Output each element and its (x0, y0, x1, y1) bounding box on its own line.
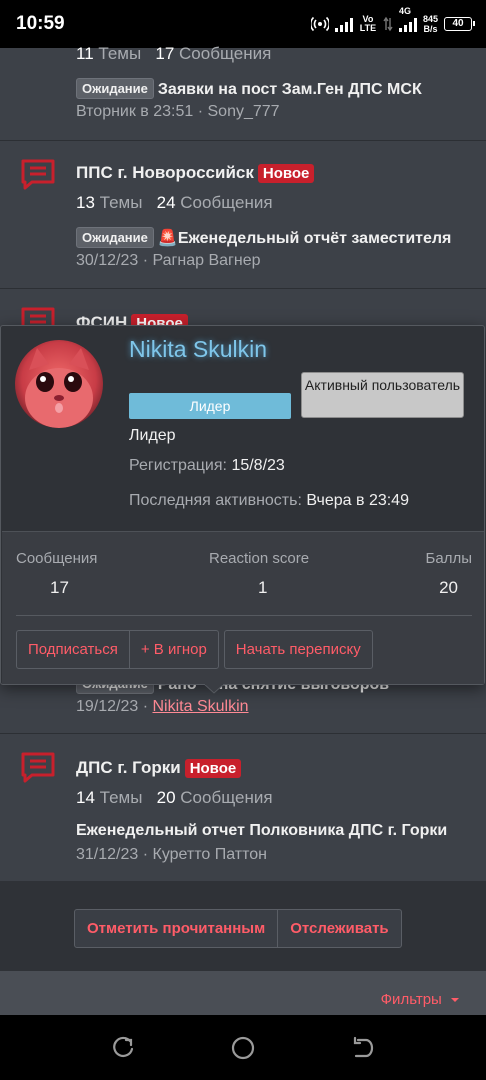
back-icon[interactable] (350, 1035, 376, 1061)
stat-label-reactions: Reaction score (209, 550, 310, 567)
stat-label-messages: Сообщения (16, 550, 98, 567)
member-action-buttons: Подписаться + В игнор Начать переписку (16, 630, 373, 669)
stat-label-points: Баллы (425, 550, 472, 567)
4g-label: 4G (398, 6, 411, 16)
new-badge: Новое (257, 164, 315, 183)
status-icons: Vo LTE 4G 845 B/s 40 (310, 6, 475, 38)
home-icon[interactable] (230, 1035, 256, 1061)
volte-label: Vo LTE (359, 14, 377, 33)
action-button-group: Отметить прочитанным Отслеживать (74, 909, 402, 948)
node-title[interactable]: ДПС г. Горки Новое (76, 758, 242, 778)
avatar[interactable] (15, 340, 103, 428)
ignore-button[interactable]: + В игнор (128, 631, 218, 668)
node-title[interactable]: ППС г. Новороссийск Новое (76, 163, 315, 183)
caret-down-icon (451, 998, 459, 1002)
latest-meta[interactable]: 31/12/23 · Куретто Паттон (76, 846, 267, 864)
node-stats: 13 Темы 24 Сообщения (76, 193, 273, 212)
latest-thread-link[interactable]: Ожидание 🚨Еженедельный отчёт заместителя (76, 227, 472, 248)
new-badge: Новое (184, 759, 242, 778)
member-stats-panel: Сообщения 17 Reaction score 1 Баллы 20 П… (2, 531, 484, 684)
status-time: 10:59 (16, 13, 65, 34)
system-nav-bar (0, 1015, 486, 1080)
forum-chat-icon (21, 752, 55, 783)
prefix-label: Ожидание (76, 78, 154, 99)
tooltip-arrow (204, 684, 224, 694)
latest-thread-link[interactable]: Ожидание Заявки на пост Зам.Ген ДПС МСК (76, 78, 472, 99)
mark-read-button[interactable]: Отметить прочитанным (75, 910, 277, 947)
registration-date: Регистрация: 15/8/23 (129, 457, 285, 474)
net-speed: 845 B/s (422, 14, 438, 34)
forum-actions: Отметить прочитанным Отслеживать (0, 881, 486, 971)
battery-icon: 40 (444, 17, 475, 31)
filter-bar: Фильтры (0, 971, 486, 1015)
filters-dropdown[interactable]: Фильтры (381, 991, 460, 1008)
member-tooltip: Nikita Skulkin Лидер Активный пользовате… (0, 325, 485, 685)
signal-2-icon (398, 16, 417, 32)
active-user-banner: Активный пользователь (301, 372, 464, 418)
divider (16, 615, 472, 616)
node-stats: 14 Темы 20 Сообщения (76, 788, 273, 807)
forum-chat-icon (21, 159, 55, 190)
last-activity: Последняя активность: Вчера в 23:49 (129, 492, 409, 509)
start-conversation-button[interactable]: Начать переписку (223, 630, 373, 669)
latest-meta[interactable]: 30/12/23 · Рагнар Вагнер (76, 252, 261, 270)
stat-value-messages[interactable]: 17 (50, 578, 69, 598)
stat-value-reactions[interactable]: 1 (258, 578, 267, 598)
signal-icon (334, 16, 353, 32)
username[interactable]: Nikita Skulkin (129, 336, 267, 363)
status-bar: 10:59 Vo LTE 4G 845 B/s 40 (0, 0, 486, 48)
stat-value-points[interactable]: 20 (439, 578, 458, 598)
watch-button[interactable]: Отслеживать (277, 910, 400, 947)
forum-node[interactable]: ППС г. Новороссийск Новое 13 Темы 24 Сооб… (0, 141, 486, 289)
data-arrows-icon (383, 16, 393, 32)
node-stats: 11 Темы 17 Сообщения (76, 44, 272, 63)
follow-ignore-group: Подписаться + В игнор (16, 630, 219, 669)
recent-apps-icon[interactable] (110, 1035, 136, 1061)
latest-thread-link[interactable]: Еженедельный отчет Полковника ДПС г. Гор… (76, 822, 472, 840)
latest-meta[interactable]: Вторник в 23:51 · Sony_777 (76, 103, 280, 121)
follow-button[interactable]: Подписаться (17, 631, 129, 668)
user-title: Лидер (129, 427, 176, 444)
prefix-label: Ожидание (76, 227, 154, 248)
hotspot-icon (310, 16, 329, 32)
role-banner: Лидер (129, 393, 291, 419)
latest-meta: 19/12/23 · Nikita Skulkin (76, 698, 249, 715)
forum-node[interactable]: 11 Темы 17 Сообщения Ожидание Заявки на п… (0, 44, 486, 141)
user-link[interactable]: Nikita Skulkin (153, 698, 249, 715)
forum-node[interactable]: ДПС г. Горки Новое 14 Темы 20 Сообщения Е… (0, 734, 486, 882)
